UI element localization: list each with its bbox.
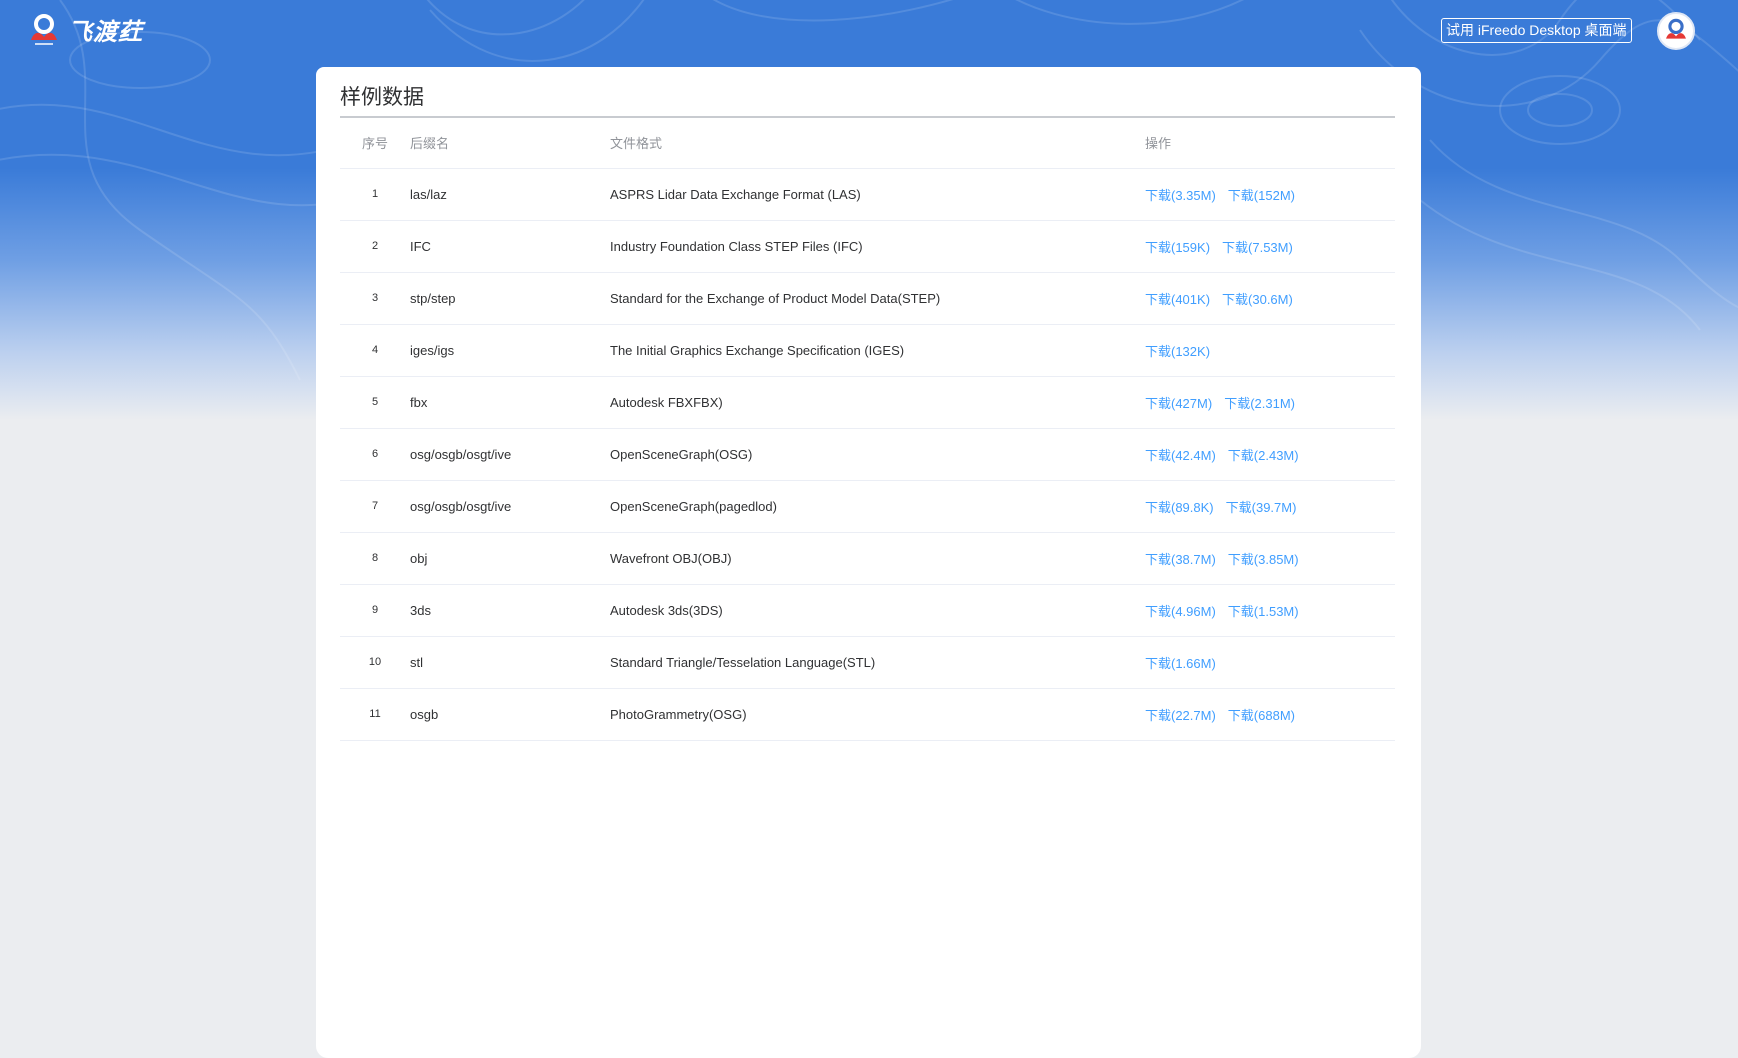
row-index: 7 <box>340 480 410 533</box>
brand-logo[interactable]: 飞渡荭 <box>28 12 143 47</box>
download-link[interactable]: 下载(4.96M) <box>1145 604 1216 619</box>
row-extension: stl <box>410 636 610 689</box>
row-extension: las/laz <box>410 168 610 221</box>
top-bar: 飞渡荭 试用 iFreedo Desktop 桌面端 <box>0 0 1738 60</box>
column-header-format: 文件格式 <box>610 118 1145 169</box>
row-extension: fbx <box>410 376 610 429</box>
user-avatar-icon[interactable] <box>1657 12 1695 50</box>
row-index: 10 <box>340 636 410 689</box>
row-actions: 下载(401K) 下载(30.6M) <box>1145 272 1395 325</box>
row-format: Standard Triangle/Tesselation Language(S… <box>610 636 1145 689</box>
column-header-extension: 后缀名 <box>410 118 610 169</box>
row-extension: iges/igs <box>410 324 610 377</box>
page-title: 样例数据 <box>340 86 424 109</box>
table-row: 10 stl Standard Triangle/Tesselation Langu… <box>340 636 1395 689</box>
row-actions: 下载(89.8K) 下载(39.7M) <box>1145 480 1395 533</box>
row-extension: obj <box>410 532 610 585</box>
row-actions: 下载(3.35M) 下载(152M) <box>1145 168 1395 221</box>
download-link[interactable]: 下载(2.43M) <box>1228 448 1299 463</box>
row-index: 4 <box>340 324 410 377</box>
table-header-row: 序号 后缀名 文件格式 操作 <box>340 118 1395 169</box>
download-link[interactable]: 下载(3.35M) <box>1145 188 1216 203</box>
row-index: 1 <box>340 168 410 221</box>
download-link[interactable]: 下载(39.7M) <box>1226 500 1297 515</box>
row-format: Autodesk 3ds(3DS) <box>610 584 1145 637</box>
row-index: 2 <box>340 220 410 273</box>
brand-name: 飞渡荭 <box>68 19 143 46</box>
table-row: 6 osg/osgb/osgt/ive OpenSceneGraph(OSG) 下载(… <box>340 428 1395 481</box>
row-format: The Initial Graphics Exchange Specificat… <box>610 324 1145 377</box>
row-index: 11 <box>340 688 410 741</box>
sample-data-card: 样例数据 序号 后缀名 文件格式 操作 1 las/laz ASPRS Lidar … <box>316 67 1421 1058</box>
row-index: 9 <box>340 584 410 637</box>
row-extension: osg/osgb/osgt/ive <box>410 428 610 481</box>
table-row: 4 iges/igs The Initial Graphics Exchange S… <box>340 324 1395 377</box>
row-actions: 下载(38.7M) 下载(3.85M) <box>1145 532 1395 585</box>
row-extension: stp/step <box>410 272 610 325</box>
row-format: PhotoGrammetry(OSG) <box>610 688 1145 741</box>
row-actions: 下载(132K) <box>1145 324 1395 377</box>
download-link[interactable]: 下载(159K) <box>1145 240 1210 255</box>
download-link[interactable]: 下载(1.66M) <box>1145 656 1216 671</box>
row-extension: osgb <box>410 688 610 741</box>
avatar-logo-icon <box>1666 18 1686 39</box>
download-link[interactable]: 下载(22.7M) <box>1145 708 1216 723</box>
download-link[interactable]: 下载(152M) <box>1228 188 1295 203</box>
download-link[interactable]: 下载(688M) <box>1228 708 1295 723</box>
table-body: 1 las/laz ASPRS Lidar Data Exchange Format… <box>340 168 1395 741</box>
table-row: 5 fbx Autodesk FBXFBX) 下载(427M) 下载(2.31M) <box>340 376 1395 429</box>
row-actions: 下载(159K) 下载(7.53M) <box>1145 220 1395 273</box>
table-row: 2 IFC Industry Foundation Class STEP Files… <box>340 220 1395 273</box>
row-index: 8 <box>340 532 410 585</box>
download-link[interactable]: 下载(89.8K) <box>1145 500 1214 515</box>
download-link[interactable]: 下载(132K) <box>1145 344 1210 359</box>
download-link[interactable]: 下载(3.85M) <box>1228 552 1299 567</box>
download-link[interactable]: 下载(42.4M) <box>1145 448 1216 463</box>
row-index: 5 <box>340 376 410 429</box>
row-extension: 3ds <box>410 584 610 637</box>
row-format: OpenSceneGraph(OSG) <box>610 428 1145 481</box>
download-link[interactable]: 下载(401K) <box>1145 292 1210 307</box>
download-link[interactable]: 下载(1.53M) <box>1228 604 1299 619</box>
table-row: 11 osgb PhotoGrammetry(OSG) 下载(22.7M) 下载(688… <box>340 688 1395 741</box>
column-header-actions: 操作 <box>1145 118 1395 169</box>
table-row: 1 las/laz ASPRS Lidar Data Exchange Format… <box>340 168 1395 221</box>
row-actions: 下载(42.4M) 下载(2.43M) <box>1145 428 1395 481</box>
download-link[interactable]: 下载(2.31M) <box>1224 396 1295 411</box>
table-row: 7 osg/osgb/osgt/ive OpenSceneGraph(pagedlo… <box>340 480 1395 533</box>
table-row: 9 3ds Autodesk 3ds(3DS) 下载(4.96M) 下载(1.53M) <box>340 584 1395 637</box>
row-actions: 下载(427M) 下载(2.31M) <box>1145 376 1395 429</box>
row-actions: 下载(4.96M) 下载(1.53M) <box>1145 584 1395 637</box>
row-extension: osg/osgb/osgt/ive <box>410 480 610 533</box>
try-desktop-button[interactable]: 试用 iFreedo Desktop 桌面端 <box>1441 18 1632 43</box>
download-link[interactable]: 下载(427M) <box>1145 396 1212 411</box>
table-row: 3 stp/step Standard for the Exchange of Pr… <box>340 272 1395 325</box>
row-format: Standard for the Exchange of Product Mod… <box>610 272 1145 325</box>
sample-data-table: 序号 后缀名 文件格式 操作 1 las/laz ASPRS Lidar Data … <box>340 118 1395 741</box>
download-link[interactable]: 下载(38.7M) <box>1145 552 1216 567</box>
row-index: 6 <box>340 428 410 481</box>
column-header-index: 序号 <box>340 118 410 169</box>
row-index: 3 <box>340 272 410 325</box>
row-format: Autodesk FBXFBX) <box>610 376 1145 429</box>
table-row: 8 obj Wavefront OBJ(OBJ) 下载(38.7M) 下载(3.85M) <box>340 532 1395 585</box>
row-format: Wavefront OBJ(OBJ) <box>610 532 1145 585</box>
ifreedo-logo-icon <box>31 13 57 45</box>
row-actions: 下载(1.66M) <box>1145 636 1395 689</box>
row-extension: IFC <box>410 220 610 273</box>
row-format: ASPRS Lidar Data Exchange Format (LAS) <box>610 168 1145 221</box>
row-format: OpenSceneGraph(pagedlod) <box>610 480 1145 533</box>
download-link[interactable]: 下载(7.53M) <box>1222 240 1293 255</box>
download-link[interactable]: 下载(30.6M) <box>1222 292 1293 307</box>
row-actions: 下载(22.7M) 下载(688M) <box>1145 688 1395 741</box>
row-format: Industry Foundation Class STEP Files (IF… <box>610 220 1145 273</box>
